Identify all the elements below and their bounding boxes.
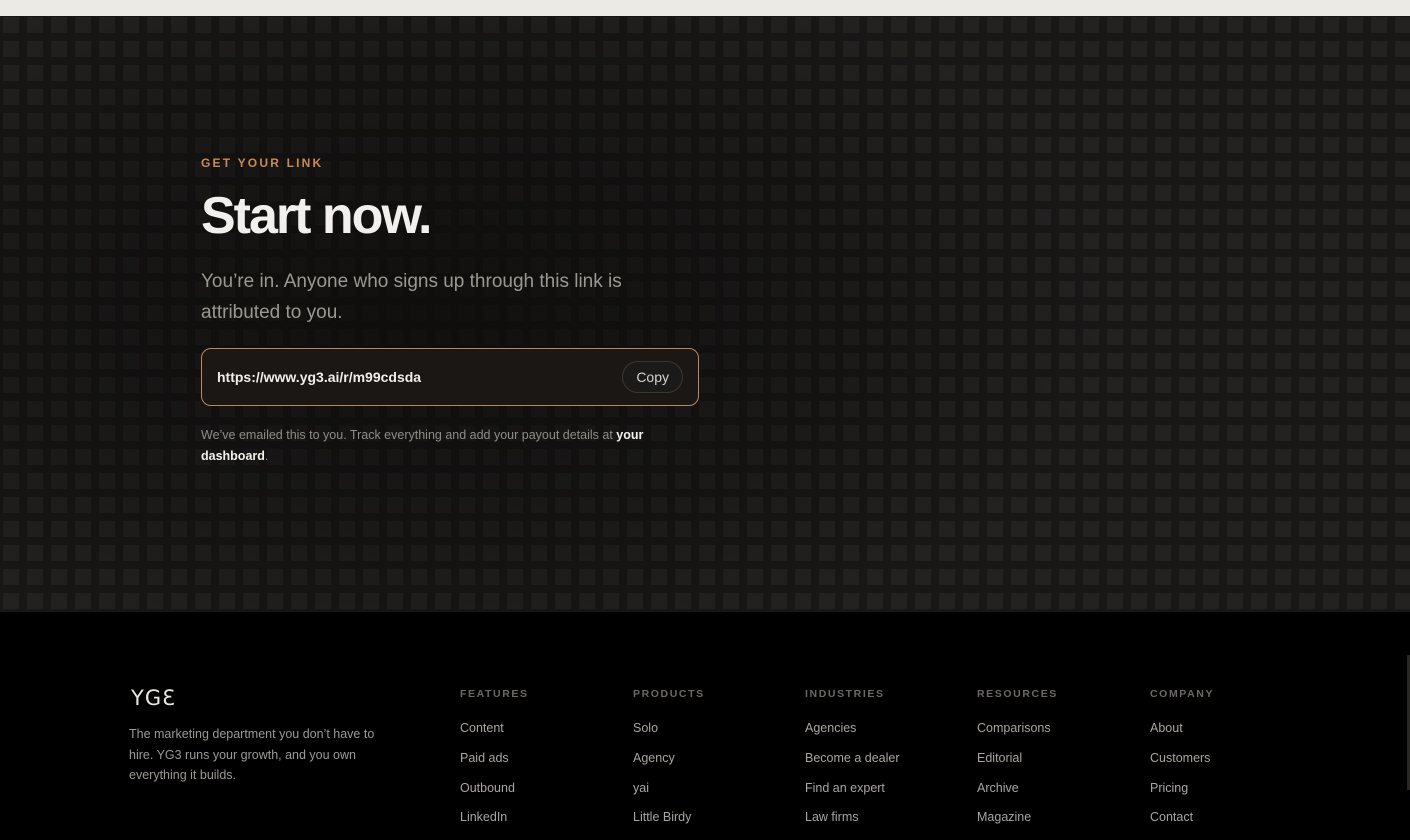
footer-link-comparisons[interactable]: Comparisons: [977, 720, 1058, 750]
referral-link-box: https://www.yg3.ai/r/m99cdsda Copy: [201, 348, 699, 406]
top-bar: [0, 0, 1410, 16]
footer-link-content[interactable]: Content: [460, 720, 529, 750]
hero-content: GET YOUR LINK Start now. You’re in. Anyo…: [201, 156, 721, 467]
footer-link-outbound[interactable]: Outbound: [460, 780, 529, 810]
footer-link-solo[interactable]: Solo: [633, 720, 705, 750]
footer-link-agencies[interactable]: Agencies: [805, 720, 900, 750]
footer-column-company: COMPANY About Customers Pricing Contact: [1150, 688, 1214, 839]
footer-column-industries: INDUSTRIES Agencies Become a dealer Find…: [805, 688, 900, 839]
copy-button[interactable]: Copy: [622, 361, 683, 393]
footer-link-customers[interactable]: Customers: [1150, 750, 1214, 780]
footer-column-title: INDUSTRIES: [805, 688, 885, 700]
footer-link-linkedin[interactable]: LinkedIn: [460, 809, 529, 839]
footer-tagline: The marketing department you don’t have …: [129, 727, 375, 782]
hero-subtext: You’re in. Anyone who signs up through t…: [201, 271, 622, 323]
footer-link-archive[interactable]: Archive: [977, 780, 1058, 810]
footer-link-editorial[interactable]: Editorial: [977, 750, 1058, 780]
footer-link-magazine[interactable]: Magazine: [977, 809, 1058, 839]
footer-link-contact[interactable]: Contact: [1150, 809, 1214, 839]
footer-link-become-a-dealer[interactable]: Become a dealer: [805, 750, 900, 780]
email-note-text: We’ve emailed this to you. Track everyth…: [201, 428, 617, 442]
footer-column-title: PRODUCTS: [633, 688, 705, 700]
footer-column-products: PRODUCTS Solo Agency yai Little Birdy: [633, 688, 705, 839]
footer-column-resources: RESOURCES Comparisons Editorial Archive …: [977, 688, 1058, 839]
footer-link-law-firms[interactable]: Law firms: [805, 809, 900, 839]
site-footer: YGƐ The marketing department you don’t h…: [0, 612, 1410, 840]
footer-column-title: FEATURES: [460, 688, 529, 700]
footer-link-little-birdy[interactable]: Little Birdy: [633, 809, 705, 839]
footer-link-pricing[interactable]: Pricing: [1150, 780, 1214, 810]
email-note: We’ve emailed this to you. Track everyth…: [201, 425, 681, 467]
hero-section: GET YOUR LINK Start now. You’re in. Anyo…: [0, 16, 1410, 612]
footer-column-title: COMPANY: [1150, 688, 1215, 700]
footer-column-title: RESOURCES: [977, 688, 1058, 700]
yg3-logo[interactable]: YGƐ: [131, 686, 176, 710]
footer-link-about[interactable]: About: [1150, 720, 1214, 750]
email-note-suffix: .: [264, 449, 269, 463]
footer-link-agency[interactable]: Agency: [633, 750, 705, 780]
footer-column-features: FEATURES Content Paid ads Outbound Linke…: [460, 688, 529, 839]
eyebrow-label: GET YOUR LINK: [201, 156, 324, 170]
footer-link-yai[interactable]: yai: [633, 780, 705, 810]
footer-link-paid-ads[interactable]: Paid ads: [460, 750, 529, 780]
page-title: Start now.: [201, 187, 432, 245]
footer-link-find-an-expert[interactable]: Find an expert: [805, 780, 900, 810]
referral-link-url[interactable]: https://www.yg3.ai/r/m99cdsda: [217, 369, 421, 385]
